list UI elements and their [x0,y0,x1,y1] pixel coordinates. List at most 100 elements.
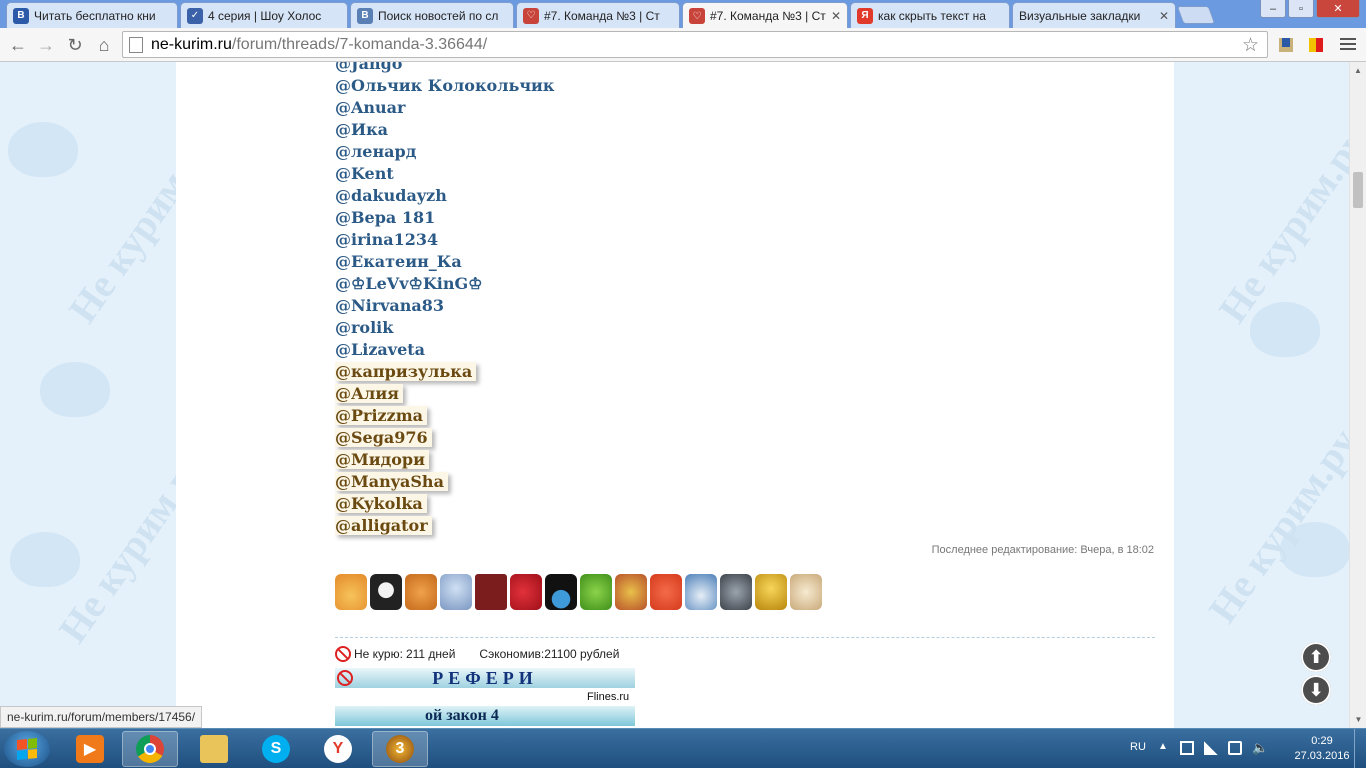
tab-5-active[interactable]: ♡ #7. Команда №3 | Ст ✕ [682,2,848,29]
user-mention-highlighted[interactable]: @Sega976 [335,428,554,450]
black-cat-icon[interactable] [545,574,577,610]
cloud-decoration [40,362,110,417]
clock[interactable]: 0:29 27.03.2016 [1284,734,1360,764]
user-mention-link[interactable]: @Ольчик Колокольчик [335,76,554,98]
taskbar-game-app[interactable]: 3 [372,731,428,767]
user-mention-link[interactable]: @Jango [335,62,554,76]
reload-icon[interactable]: ↻ [63,33,87,57]
extension-flag-icon[interactable] [1307,36,1325,54]
new-tab-button[interactable] [1176,6,1216,24]
cat-icon[interactable] [405,574,437,610]
user-mention-link[interactable]: @dakudayzh [335,186,554,208]
maximize-button[interactable]: ▫ [1288,0,1314,18]
language-indicator[interactable]: RU [1130,741,1146,753]
start-button[interactable] [4,731,50,767]
show-hidden-icons-icon[interactable]: ▲ [1158,741,1172,755]
scroll-down-button[interactable]: ⬇ [1301,675,1331,705]
taskbar-explorer[interactable] [186,731,242,767]
vertical-scrollbar[interactable]: ▲ ▼ [1349,62,1366,728]
sneaker-icon[interactable] [685,574,717,610]
tab-favicon-icon: В [357,7,373,24]
action-center-icon[interactable] [1180,741,1194,755]
snowman-icon[interactable] [440,574,472,610]
clock-time: 0:29 [1311,735,1333,747]
show-desktop-button[interactable] [1354,729,1366,768]
skate-icon[interactable] [720,574,752,610]
user-mention-link[interactable]: @Nirvana83 [335,296,554,318]
mention-text: @Алия [335,384,403,403]
tab-favicon-icon: Я [857,7,873,24]
folder-icon [200,735,228,763]
user-mention-highlighted[interactable]: @Мидори [335,450,554,472]
hearts-icon[interactable] [510,574,542,610]
bouquet-icon[interactable] [615,574,647,610]
tab-close-icon[interactable]: ✕ [831,9,841,23]
scroll-up-arrow-icon[interactable]: ▲ [1350,62,1366,79]
tab-4[interactable]: ♡ #7. Команда №3 | Ст [516,2,680,28]
user-mention-highlighted[interactable]: @ManyaSha [335,472,554,494]
address-bar[interactable]: ne-kurim.ru/forum/threads/7-komanda-3.36… [122,31,1268,58]
award-icons-row [335,574,822,610]
tab-7[interactable]: Визуальные закладки ✕ [1012,2,1176,28]
user-mention-link[interactable]: @Екатеин_Ка [335,252,554,274]
tab-6[interactable]: Я как скрыть текст на [850,2,1010,28]
user-mention-highlighted[interactable]: @alligator [335,516,554,538]
banner-source-link[interactable]: Flines.ru [587,691,629,703]
skype-icon: S [262,735,290,763]
not-smoking-value: 211 дней [405,647,456,661]
scroll-down-arrow-icon[interactable]: ▼ [1350,711,1366,728]
user-mention-link[interactable]: @Ика [335,120,554,142]
chrome-icon [136,735,164,763]
flowers-icon[interactable] [650,574,682,610]
scroll-icon[interactable] [790,574,822,610]
user-mention-link[interactable]: @Lizaveta [335,340,554,362]
user-mention-link[interactable]: @Kent [335,164,554,186]
back-icon[interactable]: ← [6,33,30,57]
user-mention-link[interactable]: @Вера 181 [335,208,554,230]
battery-icon[interactable] [1228,741,1242,755]
taskbar-chrome[interactable] [122,731,178,767]
yandex-icon: Y [324,735,352,763]
scrollbar-thumb[interactable] [1353,172,1363,208]
menu-icon[interactable] [1340,36,1356,52]
minimize-button[interactable]: – [1260,0,1286,18]
user-mention-link[interactable]: @rolik [335,318,554,340]
trophy-icon[interactable] [755,574,787,610]
bookmark-star-icon[interactable]: ☆ [1242,34,1259,57]
forward-icon[interactable]: → [34,33,58,57]
window-controls: – ▫ ✕ [1260,0,1360,18]
user-mention-highlighted[interactable]: @Алия [335,384,554,406]
scroll-up-button[interactable]: ⬆ [1301,642,1331,672]
network-signal-icon[interactable] [1204,741,1218,755]
tab-2[interactable]: ✓ 4 серия | Шоу Холос [180,2,348,28]
mention-text: @Prizzma [335,406,428,425]
saved-label: Сэкономив: [479,647,545,661]
mention-text: @Kykolka [335,494,427,513]
tab-title: #7. Команда №3 | Ст [710,9,826,23]
no-smoking-icon [335,646,351,662]
close-window-button[interactable]: ✕ [1316,0,1360,18]
second-banner[interactable]: ой закон 4 [335,706,635,726]
cake-icon[interactable] [335,574,367,610]
extension-bookmark-icon[interactable] [1277,36,1295,54]
tab-3[interactable]: В Поиск новостей по сл [350,2,514,28]
taskbar-yandex-browser[interactable]: Y [310,731,366,767]
user-mention-link[interactable]: @ленард [335,142,554,164]
tab-close-icon[interactable]: ✕ [1159,9,1169,23]
user-mention-highlighted[interactable]: @капризулька [335,362,554,384]
passport-icon[interactable] [475,574,507,610]
tab-1[interactable]: B Читать бесплатно кни [6,2,178,28]
user-mention-link[interactable]: @irina1234 [335,230,554,252]
taskbar-skype[interactable]: S [248,731,304,767]
tab-title: как скрыть текст на [878,8,986,23]
user-mention-highlighted[interactable]: @Kykolka [335,494,554,516]
butterfly-icon[interactable] [580,574,612,610]
taskbar-media-player[interactable]: ▶ [62,731,118,767]
referee-banner[interactable]: РЕФЕРИ [335,668,635,688]
user-mention-link[interactable]: @Anuar [335,98,554,120]
user-mention-link[interactable]: @♔LeVv♔KinG♔ [335,274,554,296]
home-icon[interactable]: ⌂ [92,33,116,57]
penguins-icon[interactable] [370,574,402,610]
user-mention-highlighted[interactable]: @Prizzma [335,406,554,428]
volume-icon[interactable]: 🔈 [1252,741,1268,755]
